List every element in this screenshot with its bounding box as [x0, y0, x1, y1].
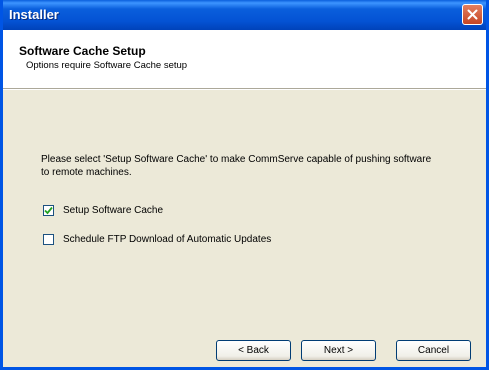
setup-software-cache-label: Setup Software Cache [63, 205, 164, 216]
title-bar[interactable]: Installer [3, 0, 486, 30]
page-subtitle: Options require Software Cache setup [26, 60, 188, 71]
window-title: Installer [9, 7, 59, 22]
setup-software-cache-option[interactable]: Setup Software Cache [43, 205, 163, 216]
close-button[interactable] [462, 4, 483, 25]
schedule-ftp-download-label: Schedule FTP Download of Automatic Updat… [63, 234, 272, 245]
description-text: Please select 'Setup Software Cache' to … [41, 154, 432, 178]
schedule-ftp-download-option[interactable]: Schedule FTP Download of Automatic Updat… [43, 234, 271, 245]
installer-window: Installer Software Cache Setup Options r… [0, 0, 489, 370]
schedule-ftp-download-checkbox[interactable] [43, 234, 54, 245]
header-panel: Software Cache Setup Options require Sof… [3, 30, 486, 89]
checkmark-icon [44, 206, 53, 215]
setup-software-cache-checkbox[interactable] [43, 205, 54, 216]
next-button[interactable]: Next > [301, 340, 376, 361]
cancel-button[interactable]: Cancel [396, 340, 471, 361]
close-icon [467, 9, 478, 20]
page-title: Software Cache Setup [19, 44, 146, 58]
back-button[interactable]: < Back [216, 340, 291, 361]
